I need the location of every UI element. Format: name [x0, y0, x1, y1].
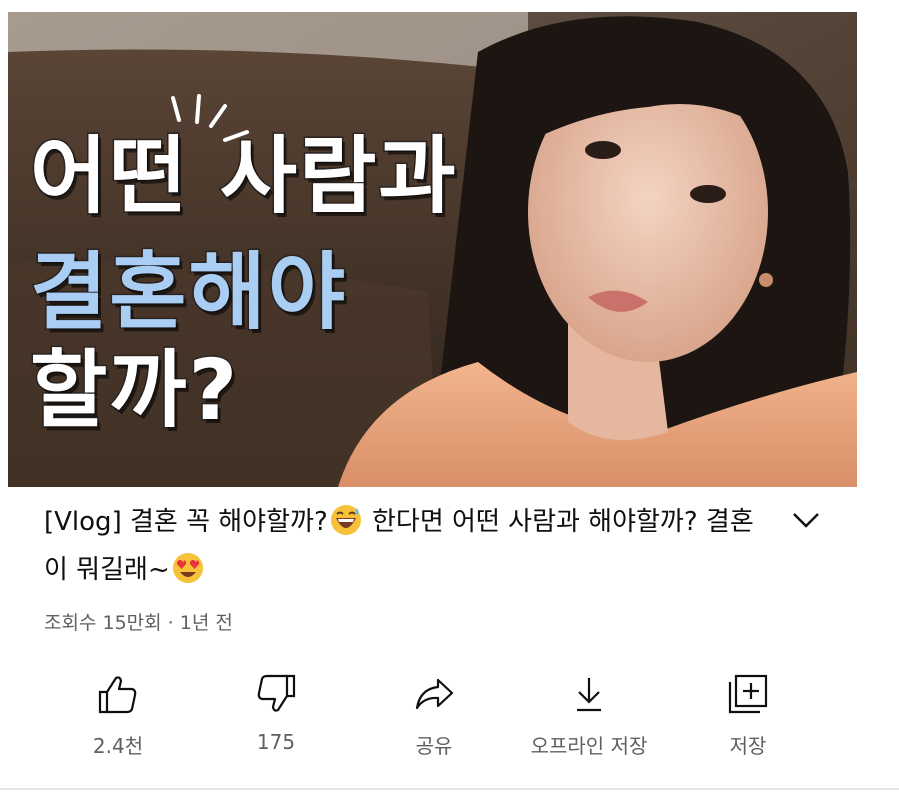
video-title-part1: [Vlog] 결혼 꼭 해야할까? — [44, 507, 328, 537]
download-button[interactable]: 오프라인 저장 — [509, 662, 669, 772]
save-label: 저장 — [729, 734, 767, 758]
share-icon — [415, 678, 454, 710]
save-button[interactable]: 저장 — [668, 662, 828, 772]
like-count: 2.4천 — [92, 734, 144, 758]
thumbs-up-icon — [98, 676, 137, 714]
download-icon — [577, 678, 601, 712]
like-button[interactable]: 2.4천 — [38, 662, 198, 772]
dislike-button[interactable]: 175 — [196, 662, 356, 772]
thumbs-down-icon — [257, 674, 296, 712]
chevron-down-icon[interactable] — [790, 508, 822, 532]
video-meta: 조회수 15만회 · 1년 전 — [44, 612, 233, 634]
grinning-sweat-emoji — [330, 505, 361, 535]
thumbnail-headline-line2: 결혼해야 — [28, 243, 348, 341]
divider — [0, 788, 899, 790]
share-label: 공유 — [415, 734, 453, 758]
save-playlist-icon — [728, 674, 768, 714]
video-thumbnail[interactable]: 어떤 사람과 결혼해야 할까? — [8, 12, 857, 487]
heart-eyes-emoji — [172, 553, 203, 583]
share-button[interactable]: 공유 — [354, 662, 514, 772]
dislike-count: 175 — [256, 730, 296, 754]
thumbnail-headline-line3: 할까? — [28, 341, 240, 439]
action-bar: 2.4천 175 공유 오프라인 저장 저장 — [0, 662, 899, 772]
video-title[interactable]: [Vlog] 결혼 꼭 해야할까? 한다면 어떤 사람과 해야할까? 결혼이 뭐… — [44, 498, 764, 594]
download-label: 오프라인 저장 — [530, 734, 648, 758]
thumbnail-headline-line1: 어떤 사람과 — [29, 127, 458, 225]
